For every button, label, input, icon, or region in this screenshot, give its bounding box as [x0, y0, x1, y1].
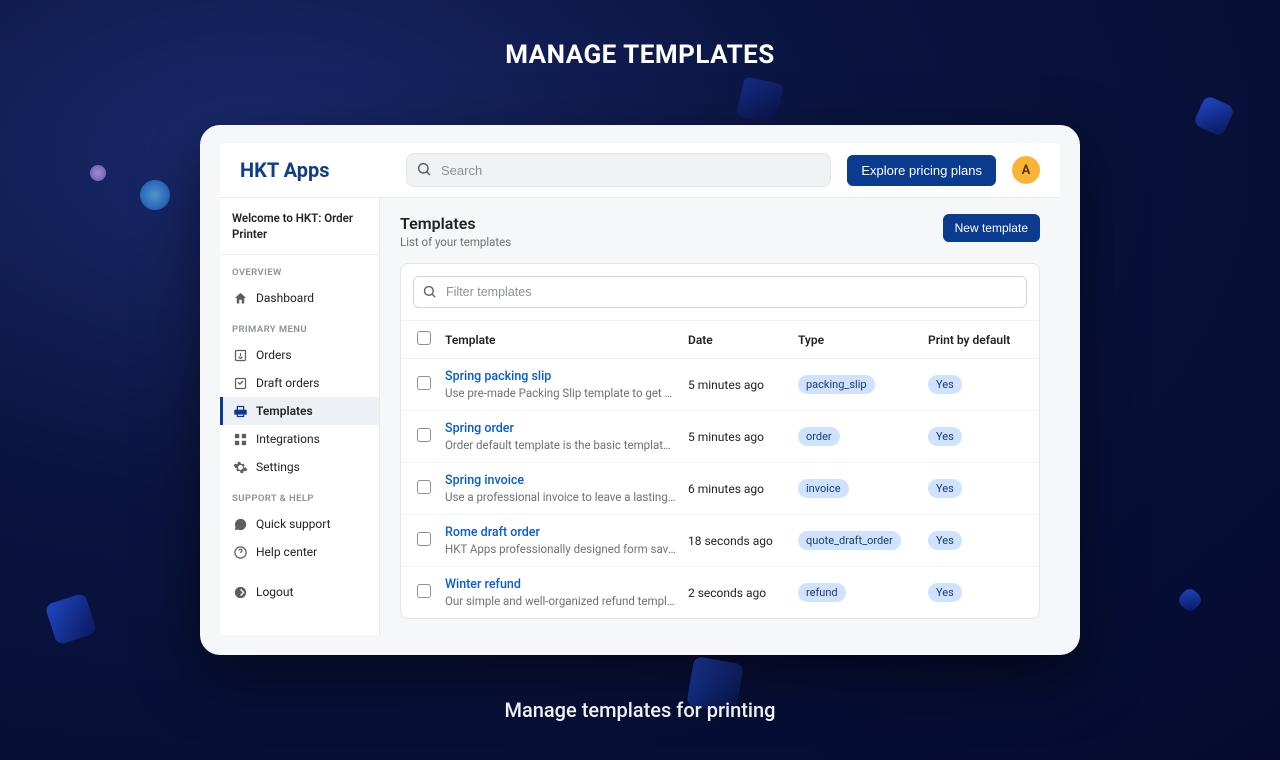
help-icon	[232, 544, 248, 560]
integrations-icon	[232, 431, 248, 447]
print-default-pill: Yes	[928, 583, 962, 602]
hero-title: MANAGE TEMPLATES	[0, 40, 1280, 70]
table-row: Spring packing slip Use pre-made Packing …	[401, 359, 1039, 411]
template-date: 18 seconds ago	[688, 534, 798, 548]
row-checkbox[interactable]	[417, 532, 431, 546]
sidebar-item-label: Dashboard	[256, 291, 314, 305]
page-title: Templates	[400, 214, 511, 233]
table-header: Template Date Type Print by default	[401, 321, 1039, 359]
print-default-pill: Yes	[928, 427, 962, 446]
template-type-pill: invoice	[798, 479, 849, 498]
template-date: 5 minutes ago	[688, 430, 798, 444]
table-row: Spring order Order default template is th…	[401, 411, 1039, 463]
new-template-button[interactable]: New template	[943, 214, 1040, 242]
table-row: Winter refund Our simple and well-organiz…	[401, 567, 1039, 618]
sidebar-item-orders[interactable]: Orders	[220, 341, 379, 369]
search-wrap	[406, 153, 831, 187]
sidebar-item-templates[interactable]: Templates	[220, 397, 379, 425]
col-type[interactable]: Type	[798, 333, 928, 347]
col-print[interactable]: Print by default	[928, 333, 1023, 347]
table-row: Spring invoice Use a professional invoice…	[401, 463, 1039, 515]
print-default-pill: Yes	[928, 531, 962, 550]
draft-icon	[232, 375, 248, 391]
sidebar-item-settings[interactable]: Settings	[220, 453, 379, 481]
sidebar-item-label: Help center	[256, 545, 317, 559]
template-name-link[interactable]: Spring invoice	[445, 473, 676, 488]
gear-icon	[232, 459, 248, 475]
sidebar-item-label: Integrations	[256, 432, 320, 446]
template-type-pill: order	[798, 427, 840, 446]
chat-icon	[232, 516, 248, 532]
bg-gem-2	[45, 593, 98, 646]
main-content: Templates List of your templates New tem…	[380, 198, 1060, 635]
template-date: 2 seconds ago	[688, 586, 798, 600]
brand-logo[interactable]: HKT Apps	[240, 158, 390, 182]
logout-icon	[232, 584, 248, 600]
printer-icon	[232, 403, 248, 419]
col-date[interactable]: Date	[688, 333, 798, 347]
sidebar: Welcome to HKT: Order Printer OVERVIEW D…	[220, 198, 380, 635]
col-template[interactable]: Template	[445, 333, 688, 347]
sidebar-item-integrations[interactable]: Integrations	[220, 425, 379, 453]
explore-pricing-button[interactable]: Explore pricing plans	[847, 155, 996, 186]
sidebar-item-logout[interactable]: Logout	[220, 578, 379, 606]
search-icon	[422, 284, 437, 299]
template-desc: Our simple and well-organized refund tem…	[445, 594, 676, 608]
print-default-pill: Yes	[928, 375, 962, 394]
row-checkbox[interactable]	[417, 584, 431, 598]
bg-gem-1	[1193, 95, 1236, 138]
template-type-pill: quote_draft_order	[798, 531, 901, 550]
templates-card: Template Date Type Print by default Spri…	[400, 263, 1040, 619]
filter-templates-input[interactable]	[413, 276, 1027, 308]
template-desc: HKT Apps professionally designed form sa…	[445, 542, 676, 556]
sidebar-item-quick-support[interactable]: Quick support	[220, 510, 379, 538]
topbar: HKT Apps Explore pricing plans A	[220, 143, 1060, 198]
avatar[interactable]: A	[1012, 156, 1040, 184]
orders-icon	[232, 347, 248, 363]
template-date: 5 minutes ago	[688, 378, 798, 392]
row-checkbox[interactable]	[417, 428, 431, 442]
table-row: Rome draft order HKT Apps professionally …	[401, 515, 1039, 567]
sidebar-item-label: Settings	[256, 460, 300, 474]
print-default-pill: Yes	[928, 479, 962, 498]
select-all-checkbox[interactable]	[417, 331, 431, 345]
sidebar-welcome: Welcome to HKT: Order Printer	[220, 210, 379, 255]
sidebar-item-label: Draft orders	[256, 376, 320, 390]
sidebar-item-help-center[interactable]: Help center	[220, 538, 379, 566]
template-name-link[interactable]: Spring packing slip	[445, 369, 676, 384]
bg-orb-1	[90, 165, 106, 181]
sidebar-item-label: Templates	[256, 404, 313, 418]
row-checkbox[interactable]	[417, 480, 431, 494]
sidebar-section-overview: OVERVIEW	[220, 255, 379, 284]
page-header: Templates List of your templates New tem…	[400, 214, 1040, 249]
home-icon	[232, 290, 248, 306]
sidebar-section-primary: PRIMARY MENU	[220, 312, 379, 341]
template-name-link[interactable]: Spring order	[445, 421, 676, 436]
bg-orb-2	[140, 180, 170, 210]
sidebar-item-label: Logout	[256, 585, 293, 599]
template-type-pill: packing_slip	[798, 375, 875, 394]
page-subtitle: List of your templates	[400, 235, 511, 249]
template-date: 6 minutes ago	[688, 482, 798, 496]
table-body: Spring packing slip Use pre-made Packing …	[401, 359, 1039, 618]
search-input[interactable]	[406, 153, 831, 187]
sidebar-item-dashboard[interactable]: Dashboard	[220, 284, 379, 312]
hero-subtitle: Manage templates for printing	[0, 698, 1280, 722]
app-window: HKT Apps Explore pricing plans A Welcome…	[200, 125, 1080, 655]
search-icon	[416, 161, 432, 177]
template-desc: Order default template is the basic temp…	[445, 438, 676, 452]
sidebar-item-label: Quick support	[256, 517, 331, 531]
template-name-link[interactable]: Winter refund	[445, 577, 676, 592]
row-checkbox[interactable]	[417, 376, 431, 390]
sidebar-item-label: Orders	[256, 348, 292, 362]
template-type-pill: refund	[798, 583, 846, 602]
sidebar-item-draft-orders[interactable]: Draft orders	[220, 369, 379, 397]
template-name-link[interactable]: Rome draft order	[445, 525, 676, 540]
bg-gem-5	[736, 76, 783, 123]
filter-row	[401, 264, 1039, 321]
bg-gem-4	[1176, 586, 1204, 614]
template-desc: Use a professional invoice to leave a la…	[445, 490, 676, 504]
sidebar-section-support: SUPPORT & HELP	[220, 481, 379, 510]
template-desc: Use pre-made Packing Slip template to ge…	[445, 386, 676, 400]
